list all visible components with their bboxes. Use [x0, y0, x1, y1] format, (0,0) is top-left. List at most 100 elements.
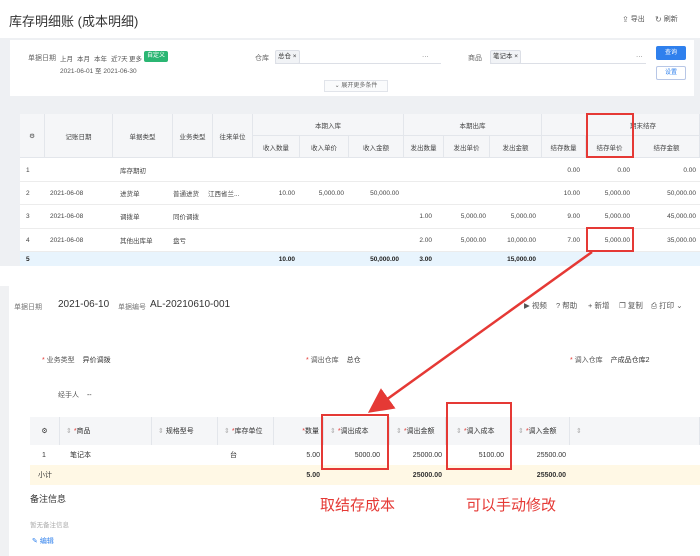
biz-type-field[interactable]: * 业务类型 异价调拨 — [42, 355, 111, 365]
warehouse-tag[interactable]: 总仓 × — [275, 50, 300, 64]
ledger-cell-biz-type — [173, 159, 213, 181]
date-chip-last-month[interactable]: 上月 — [60, 53, 73, 63]
ledger-cell-in-amount — [349, 205, 399, 227]
settings-button[interactable]: 设置 — [656, 66, 686, 80]
video-icon: ▶ — [524, 301, 530, 310]
doc-date-label: 单据日期 — [14, 304, 42, 311]
ledger-cell-end-price: 0.00 — [617, 166, 630, 174]
date-chip-last-7-days[interactable]: 近7天 — [111, 53, 128, 63]
row-product[interactable]: 笔记本 — [70, 447, 91, 463]
header-spec: ⇕ 规格型号 — [152, 417, 218, 445]
help-button[interactable]: ? 帮助 — [556, 300, 577, 311]
ledger-cell-in-qty — [253, 229, 295, 251]
ledger-cell-end-amount: 45,000.00 — [667, 212, 696, 220]
remarks-empty: 暂无备注信息 — [30, 522, 69, 529]
ledger-cell-out-qty — [404, 159, 432, 181]
header-out-amount: ⇕ * 调出金额 — [390, 417, 446, 445]
subtotal-qty: 5.00 — [306, 471, 320, 479]
ledger-cell-in-price — [300, 205, 344, 227]
page-title: 库存明细账 (成本明细) — [9, 14, 139, 29]
doc-date-value[interactable]: 2021-06-10 — [58, 299, 109, 310]
ledger-cell-doc-type: 进货单 — [120, 191, 140, 198]
expand-conditions-button[interactable]: ⌄ 展开更多条件 — [324, 80, 388, 92]
remarks-title: 备注信息 — [30, 494, 67, 504]
ledger-cell-out-qty: 1.00 — [419, 212, 432, 220]
date-range[interactable]: 2021-06-01 至 2021-06-30 — [60, 65, 137, 75]
grid-settings-icon[interactable]: ⚙ — [20, 114, 45, 158]
product-tag[interactable]: 笔记本 × — [490, 50, 522, 64]
ledger-cell-date: 2021-06-08 — [50, 212, 84, 220]
in-warehouse-field[interactable]: * 调入仓库 产成品仓库2 — [570, 355, 650, 365]
date-chip-this-month[interactable]: 本月 — [77, 53, 90, 63]
row-in-amount: 25500.00 — [536, 451, 566, 459]
header-in-amount: ⇕ * 调入金额 — [512, 417, 570, 445]
row-qty[interactable]: 5.00 — [274, 447, 320, 463]
highlight-in-cost — [446, 402, 512, 470]
ledger-cell-in-qty: 10.00 — [278, 189, 295, 197]
subtotal-out-amount: 25000.00 — [412, 471, 442, 479]
ledger-cell-out-price — [444, 159, 486, 181]
header-unit: ⇕ * 库存单位 — [218, 417, 274, 445]
query-button[interactable]: 查询 — [656, 46, 686, 60]
warehouse-label: 仓库 — [255, 55, 269, 62]
help-icon: ? — [556, 301, 561, 310]
ledger-cell-biz-type: 普通进货 — [173, 191, 199, 198]
ledger-cell-out-price: 5,000.00 — [460, 236, 486, 244]
date-chip-more[interactable]: 更多 — [129, 53, 142, 63]
ledger-cell-out-qty — [404, 182, 432, 204]
ledger-cell-end-amount: 35,000.00 — [667, 236, 696, 244]
row-no: 1 — [42, 451, 46, 459]
row-unit[interactable]: 台 — [230, 447, 237, 463]
ledger-cell-out-qty: 2.00 — [419, 236, 432, 244]
header-in-qty: 收入数量 — [253, 136, 300, 158]
chevron-down-icon: ⌄ — [676, 301, 683, 310]
warehouse-select[interactable]: 总仓 × — [275, 50, 441, 64]
product-select[interactable]: 笔记本 × — [490, 50, 646, 64]
total-in-amount: 50,000.00 — [370, 255, 399, 263]
handler-field[interactable]: 经手人 -- — [58, 390, 92, 400]
date-chip-this-year[interactable]: 本年 — [94, 53, 107, 63]
left-scroll-strip — [0, 286, 9, 556]
new-button[interactable]: + 新增 — [588, 300, 609, 311]
doc-no-value[interactable]: AL-20210610-001 — [150, 299, 230, 310]
ledger-cell-in-qty — [253, 205, 295, 227]
grid-settings-icon[interactable]: ⚙ — [30, 417, 60, 445]
doc-no-label: 单据编号 — [118, 304, 146, 311]
copy-icon: ❐ — [619, 301, 626, 310]
ledger-cell-date — [50, 159, 110, 181]
refresh-button[interactable]: ↻ 刷新 — [655, 14, 678, 24]
ledger-cell-doc-type: 其他出库单 — [120, 238, 153, 245]
title-bar: 库存明细账 (成本明细) ⇪ 导出 ↻ 刷新 — [0, 0, 700, 38]
copy-button[interactable]: ❐ 复制 — [619, 300, 643, 311]
ledger-cell-biz-type: 盘亏 — [173, 238, 186, 245]
ledger-cell-out-amount: 10,000.00 — [507, 236, 536, 244]
ledger-cell-in-price: 5,000.00 — [318, 189, 344, 197]
edit-remarks-link[interactable]: ✎ 编辑 — [32, 536, 54, 546]
ledger-cell-end-qty: 9.00 — [567, 212, 580, 220]
header-end-amount: 结存金额 — [634, 136, 700, 158]
highlight-out-cost — [321, 414, 389, 470]
product-more-icon[interactable]: ... — [636, 50, 643, 59]
export-button[interactable]: ⇪ 导出 — [622, 14, 645, 24]
header-partner: 往来单位 — [213, 114, 253, 158]
ledger-cell-end-price: 5,000.00 — [604, 212, 630, 220]
highlight-end-price-header — [586, 113, 634, 158]
header-group-out: 本期出库 — [404, 114, 542, 136]
ledger-cell-out-amount — [490, 159, 536, 181]
warehouse-more-icon[interactable]: ... — [422, 50, 429, 59]
header-end-qty: 结存数量 — [542, 136, 586, 158]
ledger-cell-in-price — [300, 229, 344, 251]
date-chip-custom[interactable]: 自定义 — [144, 51, 169, 62]
print-icon: ⎙ — [651, 301, 657, 310]
subtotal-in-amount: 25500.00 — [536, 471, 566, 479]
annotation-take-end-cost: 取结存成本 — [320, 497, 396, 514]
ledger-cell-end-amount: 0.00 — [683, 166, 696, 174]
ledger-cell-date: 2021-06-08 — [50, 189, 84, 197]
out-warehouse-field[interactable]: * 调出仓库 总仓 — [306, 355, 361, 365]
ledger-cell-partner — [208, 205, 253, 227]
ledger-cell-partner: 江西省兰... — [208, 191, 240, 198]
ledger-cell-no: 2 — [26, 189, 30, 197]
video-button[interactable]: ▶ 视频 — [524, 300, 547, 311]
ledger-cell-partner — [208, 229, 253, 251]
print-button[interactable]: ⎙ 打印 ⌄ — [651, 300, 682, 311]
